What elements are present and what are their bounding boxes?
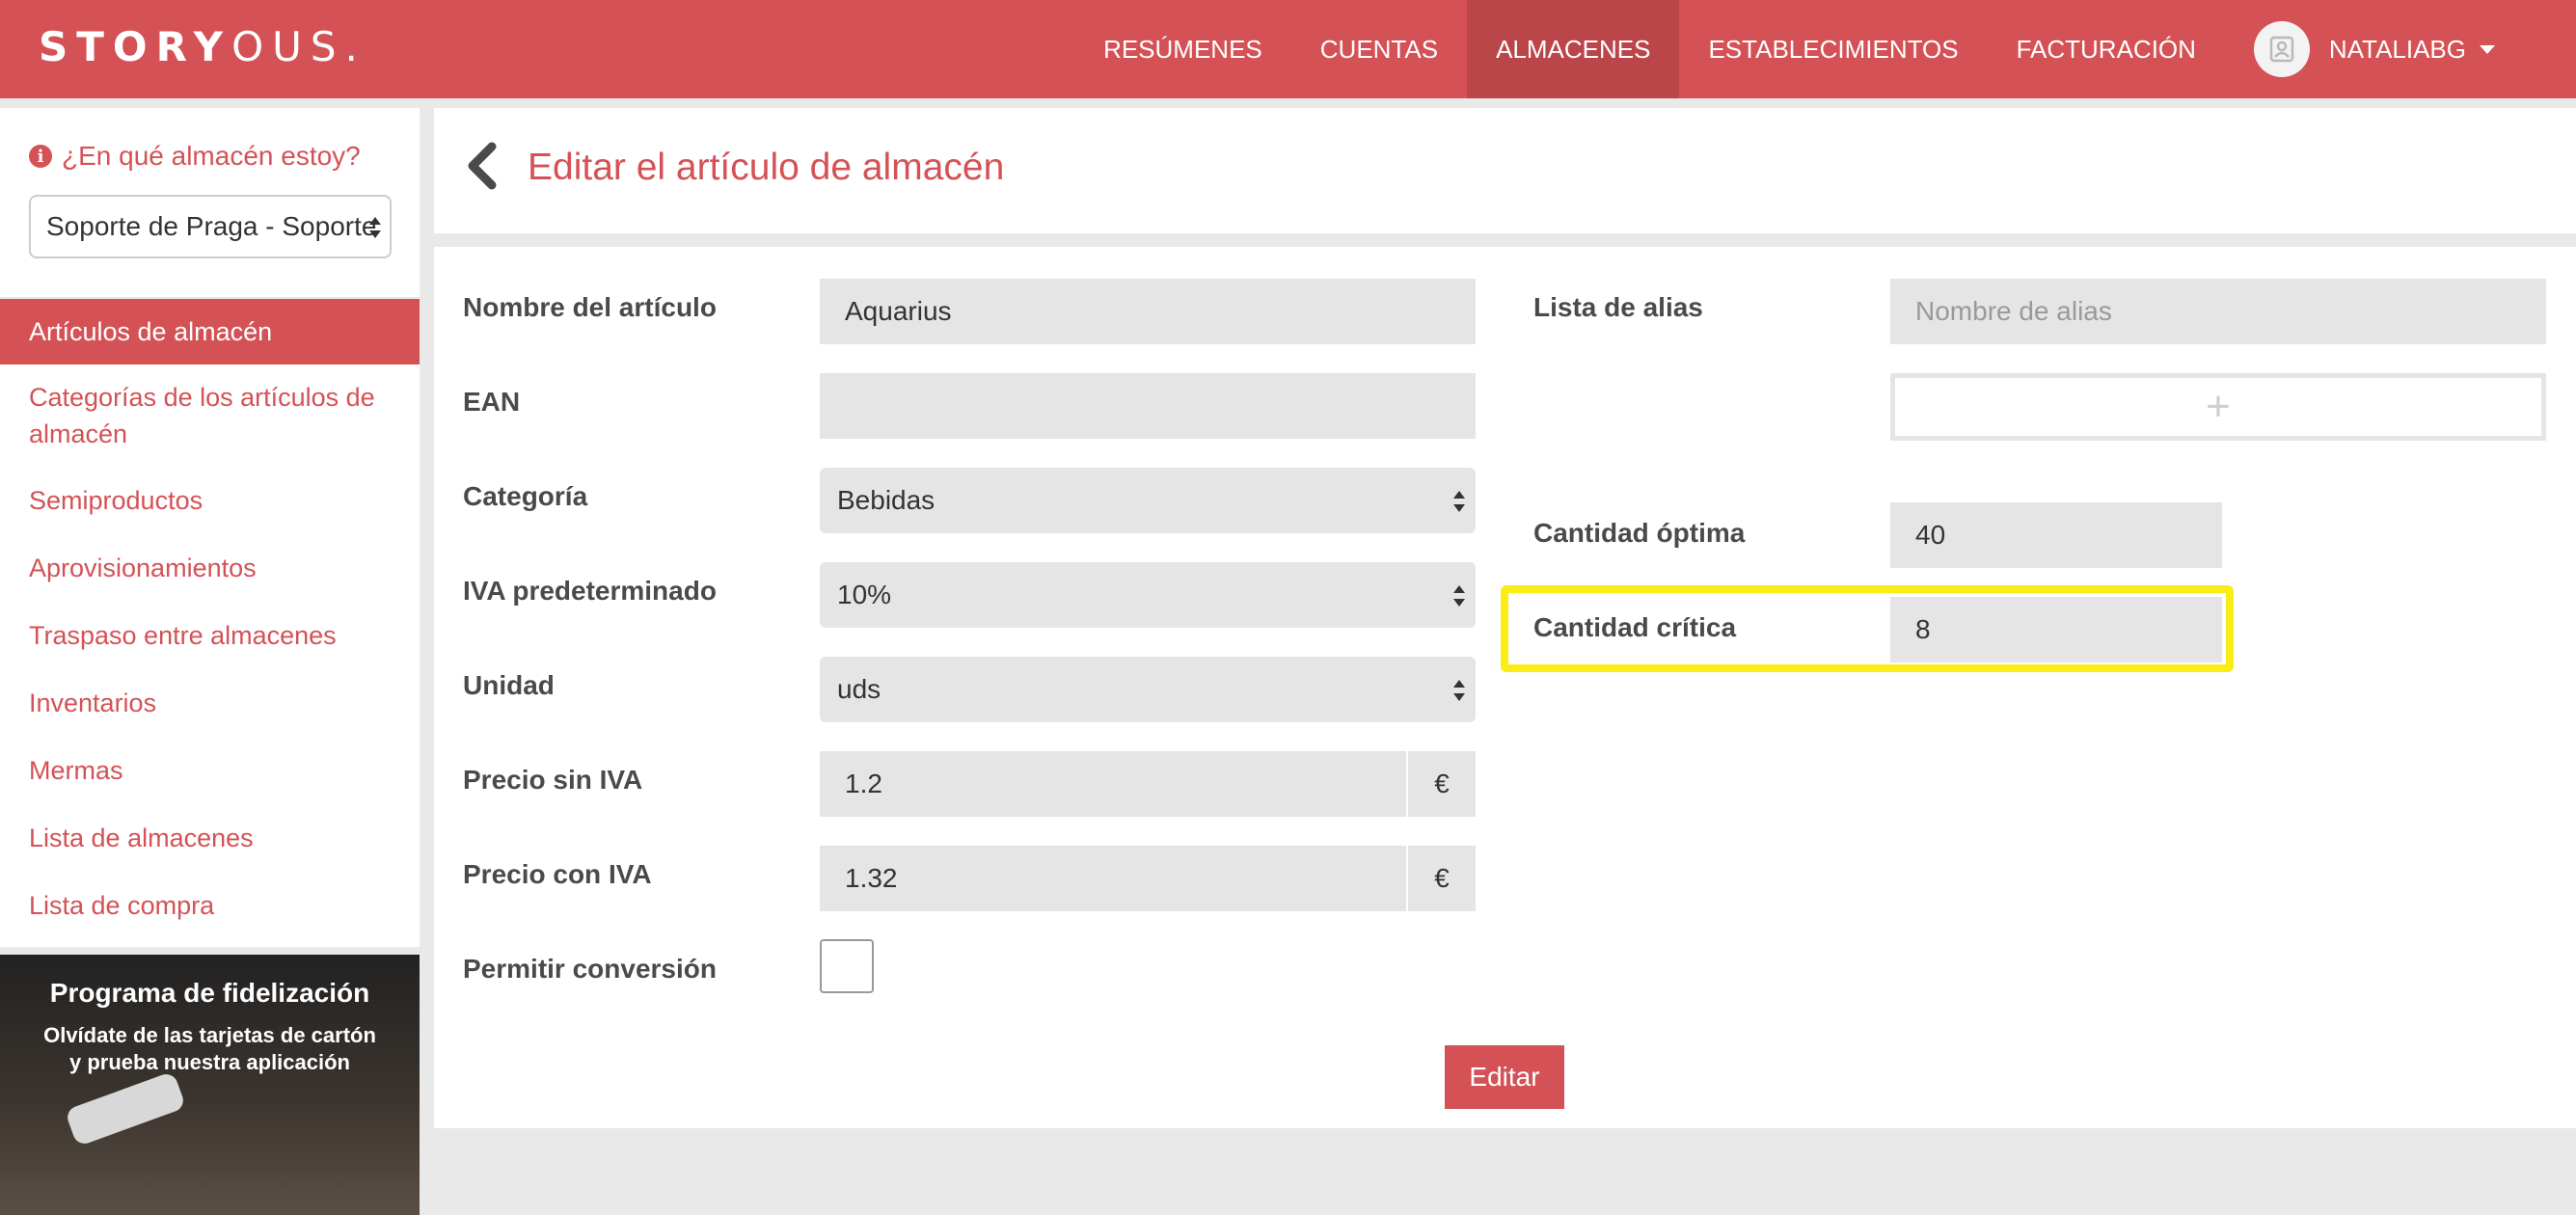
warehouse-question: i ¿En qué almacén estoy?: [29, 141, 391, 172]
add-alias-button[interactable]: +: [1890, 373, 2546, 441]
page-header: Editar el artículo de almacén: [434, 108, 2576, 233]
select-arrows-icon: [1453, 585, 1465, 607]
cantidad-optima-input[interactable]: 40: [1890, 502, 2222, 568]
sidebar: i ¿En qué almacén estoy? Soporte de Prag…: [0, 108, 420, 1215]
precio-con-iva-input[interactable]: 1.32: [820, 846, 1406, 911]
iva-select[interactable]: 10%: [820, 562, 1476, 628]
promo-title: Programa de fidelización: [49, 978, 370, 1008]
unidad-select[interactable]: uds: [820, 657, 1476, 722]
promo-subtitle: Olvídate de las tarjetas de cartón y pru…: [43, 1023, 376, 1074]
select-arrows-icon: [369, 217, 381, 238]
main-nav: RESÚMENES CUENTAS ALMACENES ESTABLECIMIE…: [1074, 0, 2576, 98]
avatar: [2253, 21, 2310, 77]
sidebar-item-categorias[interactable]: Categorías de los artículos de almacén: [0, 364, 420, 467]
precio-sin-iva-label: Precio sin IVA: [463, 765, 643, 795]
nombre-input[interactable]: Aquarius: [820, 279, 1476, 344]
loyalty-promo-banner[interactable]: Programa de fidelización Olvídate de las…: [0, 955, 420, 1215]
top-navbar: STORYOUS. RESÚMENES CUENTAS ALMACENES ES…: [0, 0, 2576, 98]
unidad-label: Unidad: [463, 670, 555, 700]
sidebar-item-articulos[interactable]: Artículos de almacén: [0, 299, 420, 364]
categoria-select[interactable]: Bebidas: [820, 468, 1476, 533]
storyous-logo[interactable]: STORYOUS.: [39, 23, 366, 70]
plus-icon: +: [2206, 383, 2231, 430]
sidebar-menu: Artículos de almacén Categorías de los a…: [0, 299, 420, 947]
nombre-label: Nombre del artículo: [463, 292, 717, 322]
select-arrows-icon: [1453, 680, 1465, 701]
categoria-label: Categoría: [463, 481, 588, 511]
conversion-label: Permitir conversión: [463, 954, 717, 984]
euro-addon: €: [1406, 751, 1476, 817]
sidebar-item-mermas[interactable]: Mermas: [0, 737, 420, 804]
cantidad-optima-label: Cantidad óptima: [1533, 518, 1746, 548]
cantidad-critica-input[interactable]: 8: [1890, 597, 2222, 662]
chevron-left-icon[interactable]: [463, 141, 502, 191]
phone-image: [64, 1070, 187, 1148]
edit-button[interactable]: Editar: [1445, 1045, 1564, 1109]
user-icon: [2269, 36, 2294, 63]
euro-addon: €: [1406, 846, 1476, 911]
ean-input[interactable]: [820, 373, 1476, 439]
warehouse-picker: i ¿En qué almacén estoy? Soporte de Prag…: [0, 108, 420, 297]
precio-con-iva-label: Precio con IVA: [463, 859, 652, 889]
edit-item-form: Nombre del artículo Aquarius EAN Categor…: [434, 247, 2576, 1128]
user-menu[interactable]: NATALIABG: [2225, 0, 2576, 98]
sidebar-item-traspaso[interactable]: Traspaso entre almacenes: [0, 602, 420, 669]
conversion-checkbox[interactable]: [820, 939, 874, 993]
nav-resumenes[interactable]: RESÚMENES: [1074, 0, 1291, 98]
chevron-down-icon: [2480, 44, 2495, 54]
select-arrows-icon: [1453, 491, 1465, 512]
nav-almacenes[interactable]: ALMACENES: [1467, 0, 1680, 98]
nav-cuentas[interactable]: CUENTAS: [1291, 0, 1467, 98]
sidebar-item-semiproductos[interactable]: Semiproductos: [0, 467, 420, 534]
alias-input[interactable]: Nombre de alias: [1890, 279, 2546, 344]
sidebar-item-aprovisionamientos[interactable]: Aprovisionamientos: [0, 534, 420, 602]
sidebar-item-lista-compra[interactable]: Lista de compra: [0, 872, 420, 939]
info-icon: i: [29, 145, 52, 168]
warehouse-select[interactable]: Soporte de Praga - Soporte: [29, 195, 392, 258]
username: NATALIABG: [2328, 34, 2466, 64]
precio-sin-iva-input[interactable]: 1.2: [820, 751, 1406, 817]
alias-label: Lista de alias: [1533, 292, 1703, 322]
sidebar-item-lista-almacenes[interactable]: Lista de almacenes: [0, 804, 420, 872]
ean-label: EAN: [463, 387, 521, 417]
sidebar-item-inventarios[interactable]: Inventarios: [0, 669, 420, 737]
nav-establecimientos[interactable]: ESTABLECIMIENTOS: [1679, 0, 1987, 98]
cantidad-critica-label: Cantidad crítica: [1533, 612, 1737, 642]
page-title: Editar el artículo de almacén: [528, 147, 1005, 188]
nav-facturacion[interactable]: FACTURACIÓN: [1988, 0, 2225, 98]
iva-label: IVA predeterminado: [463, 576, 717, 606]
